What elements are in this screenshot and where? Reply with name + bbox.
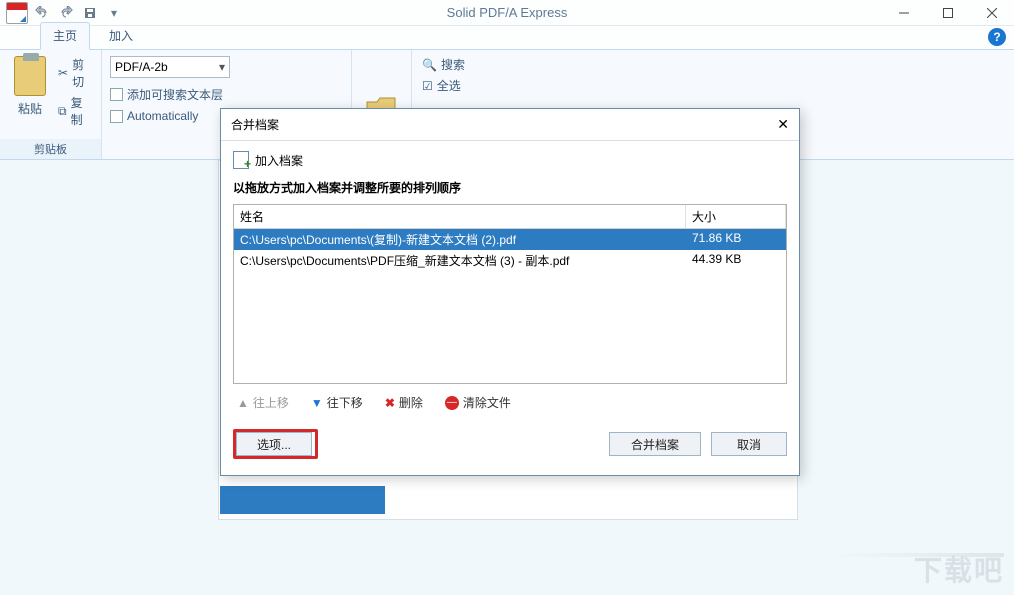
tab-add[interactable]: 加入 [96,22,146,49]
move-up-button[interactable]: ▲往上移 [237,394,289,411]
col-name[interactable]: 姓名 [234,205,686,228]
cut-button[interactable]: ✂剪切 [58,56,93,90]
merge-button[interactable]: 合并档案 [609,432,701,456]
save-button[interactable] [80,3,100,23]
col-size[interactable]: 大小 [686,205,786,228]
clear-icon: — [445,396,459,410]
table-row[interactable]: C:\Users\pc\Documents\(复制)-新建文本文档 (2).pd… [234,229,786,250]
cancel-button[interactable]: 取消 [711,432,787,456]
qat-dropdown[interactable]: ▾ [104,3,124,23]
add-files-button[interactable]: 加入档案 [233,151,787,169]
paste-label: 粘贴 [8,100,52,117]
delete-button[interactable]: ✖删除 [385,394,423,411]
window-title: Solid PDF/A Express [0,5,1014,20]
automatic-checkbox[interactable]: Automatically [110,109,198,123]
arrow-down-icon: ▼ [311,396,323,410]
paste-icon [14,56,46,96]
window-controls [882,0,1014,26]
search-icon: 🔍 [422,58,437,72]
app-icon [6,2,28,24]
minimize-button[interactable] [882,0,926,26]
table-row[interactable]: C:\Users\pc\Documents\PDF压缩_新建文本文档 (3) -… [234,250,786,271]
options-button[interactable]: 选项... [236,432,312,456]
check-icon: ☑ [422,79,433,93]
move-down-button[interactable]: ▼往下移 [311,394,363,411]
copy-icon: ⧉ [58,104,67,119]
dialog-close-button[interactable]: ✕ [777,116,789,133]
paste-button[interactable]: 粘贴 [8,56,52,117]
delete-icon: ✖ [385,396,395,410]
help-button[interactable]: ? [988,28,1006,46]
add-file-icon [233,151,249,169]
clear-files-button[interactable]: —清除文件 [445,394,511,411]
clipboard-label: 剪贴板 [0,139,101,159]
undo-button[interactable] [32,3,52,23]
watermark: 下载吧 [914,549,1004,589]
copy-button[interactable]: ⧉复制 [58,94,93,128]
checkbox-icon [110,88,123,101]
search-button[interactable]: 🔍搜索 [422,56,482,73]
tab-home[interactable]: 主页 [40,22,90,50]
maximize-button[interactable] [926,0,970,26]
dialog-title: 合并档案 [231,116,279,133]
table-actions: ▲往上移 ▼往下移 ✖删除 —清除文件 [233,384,787,417]
options-highlight: 选项... [233,429,318,459]
cut-icon: ✂ [58,66,68,80]
checkbox-icon [110,110,123,123]
pdf-mode-dropdown[interactable]: PDF/A-2b [110,56,230,78]
selection-strip [220,486,385,514]
select-all-button[interactable]: ☑全选 [422,77,482,94]
clipboard-group: 粘贴 ✂剪切 ⧉复制 剪贴板 [0,50,102,159]
dialog-footer: 选项... 合并档案 取消 [221,419,799,475]
ribbon-tabs: 主页 加入 ? [0,26,1014,50]
quick-access-toolbar: ▾ [0,2,124,24]
add-text-layer-checkbox[interactable]: 添加可搜索文本层 [110,86,223,103]
dialog-heading: 以拖放方式加入档案并调整所要的排列顺序 [233,179,787,196]
table-header: 姓名 大小 [234,205,786,229]
merge-dialog: 合并档案 ✕ 加入档案 以拖放方式加入档案并调整所要的排列顺序 姓名 大小 C:… [220,108,800,476]
arrow-up-icon: ▲ [237,396,249,410]
file-table: 姓名 大小 C:\Users\pc\Documents\(复制)-新建文本文档 … [233,204,787,384]
titlebar: ▾ Solid PDF/A Express [0,0,1014,26]
redo-button[interactable] [56,3,76,23]
dialog-titlebar: 合并档案 ✕ [221,109,799,141]
close-button[interactable] [970,0,1014,26]
